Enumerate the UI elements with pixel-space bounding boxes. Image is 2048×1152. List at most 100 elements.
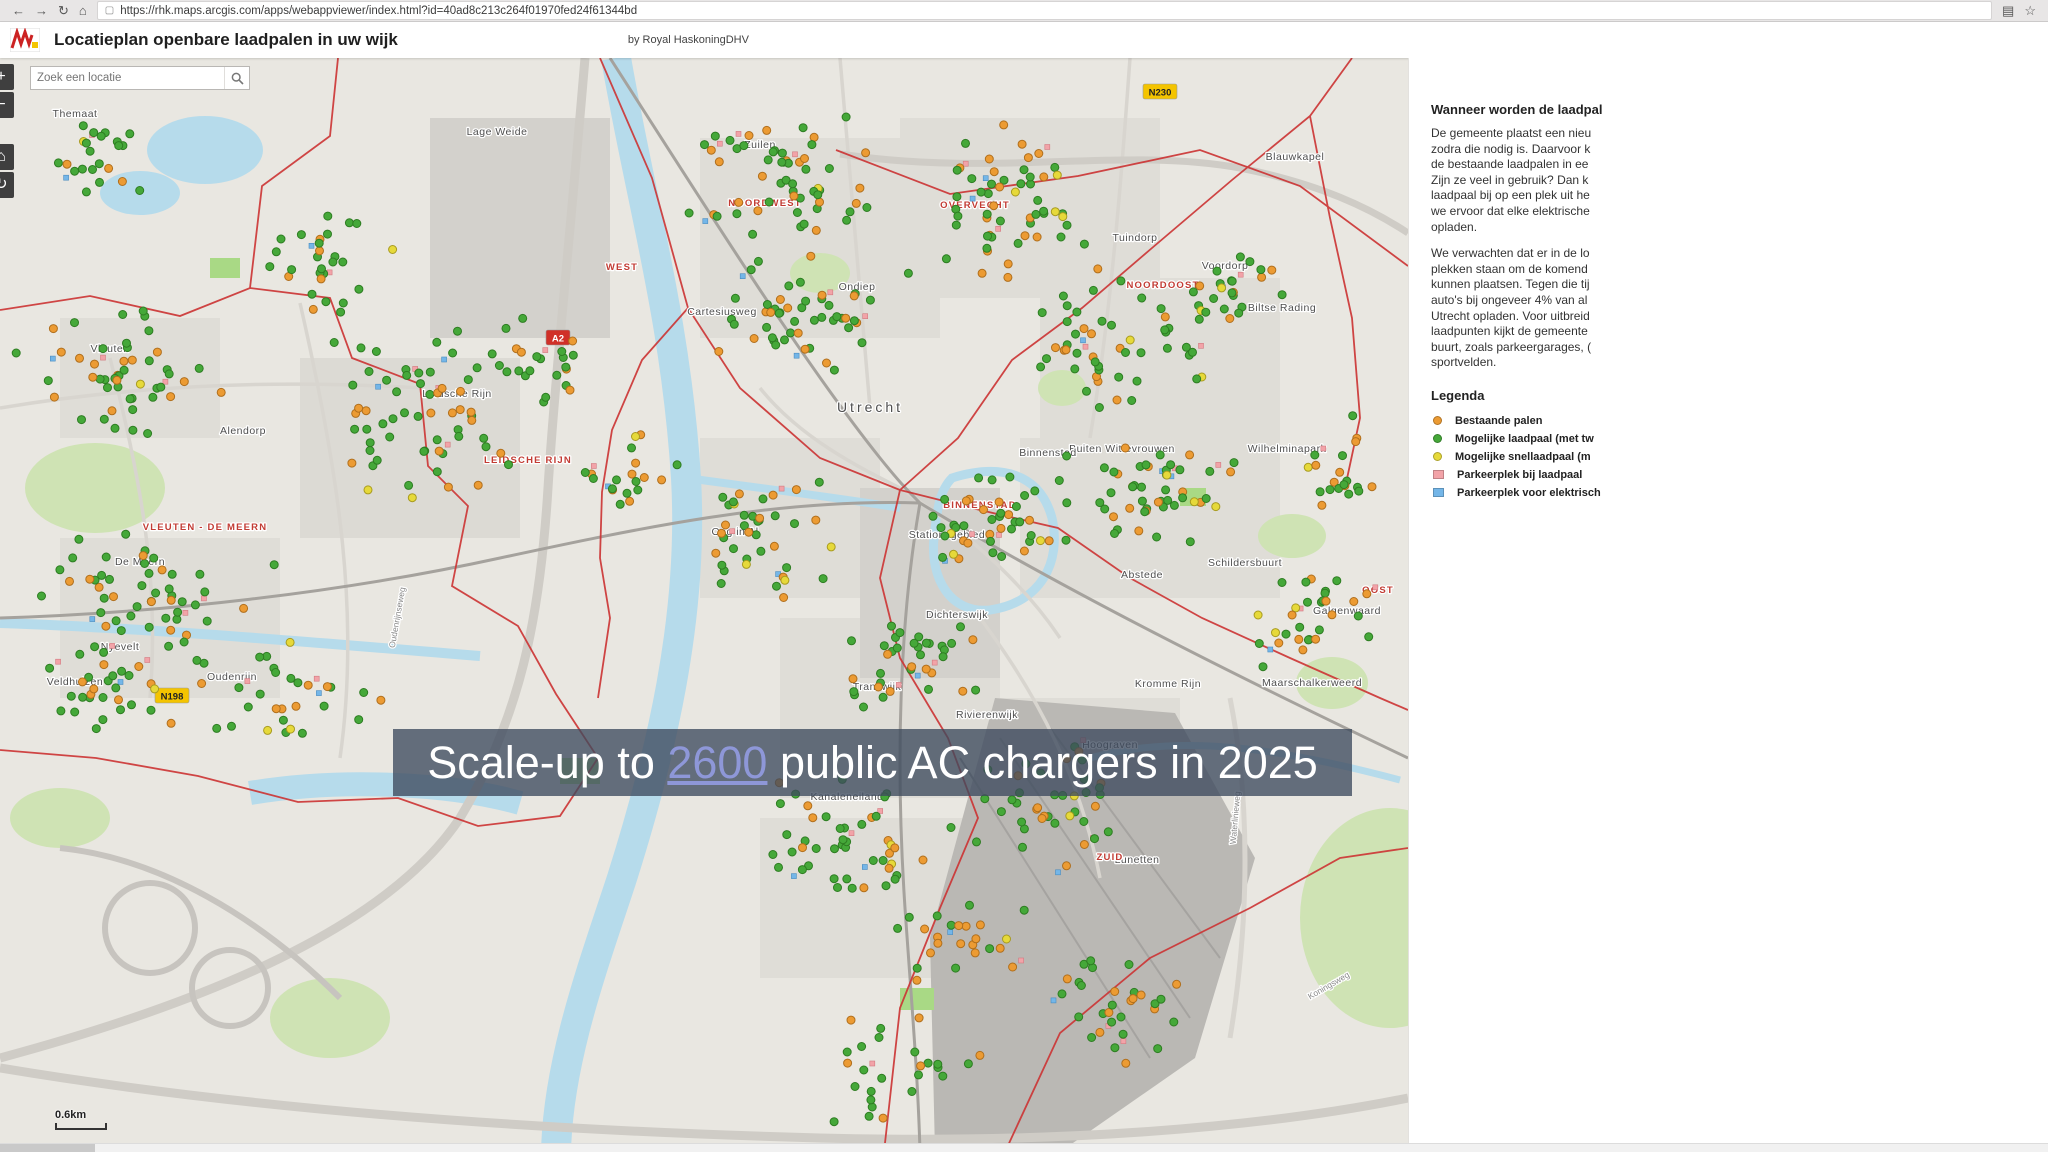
legend-item: Mogelijke laadpaal (met tw [1433, 430, 2048, 448]
charger-dot [1003, 272, 1013, 282]
charger-dot [1314, 625, 1324, 635]
charger-dot [45, 663, 55, 673]
charger-dot [70, 318, 79, 328]
charger-dot [1194, 314, 1204, 324]
charger-dot [1321, 596, 1331, 606]
charger-dot [748, 229, 758, 239]
charger-dot [866, 1095, 876, 1105]
charger-dot [920, 924, 930, 934]
browser-chrome: ← → ↻ ⌂ ▢ https://rhk.maps.arcgis.com/ap… [0, 0, 2048, 22]
charger-dot [1351, 437, 1361, 447]
charger-dot [116, 705, 125, 715]
parking-square-blue [1080, 337, 1086, 344]
charger-dot [323, 211, 333, 221]
zoom-out-button[interactable]: − [0, 92, 14, 118]
charger-dot [255, 689, 265, 699]
home-icon[interactable]: ⌂ [79, 0, 87, 22]
charger-dot [99, 414, 109, 424]
charger-dot [1317, 500, 1327, 510]
reading-view-icon[interactable]: ▤ [2002, 0, 2014, 22]
map-canvas[interactable]: A2 N230 N198 Oudenrijnseweg Waterlinieweg Ko… [0, 58, 1408, 1152]
charger-dot [1008, 962, 1018, 972]
charger-dot [466, 407, 476, 417]
charger-dot [983, 231, 992, 241]
charger-dot [350, 424, 360, 434]
charger-dot [883, 649, 893, 659]
charger-dot [907, 662, 917, 672]
parking-square-pink [313, 675, 320, 682]
charger-dot [940, 531, 950, 541]
charger-dot [1178, 493, 1188, 503]
charger-dot [362, 424, 372, 434]
legend-label: Parkeerplek voor elektrisch [1457, 486, 1601, 499]
home-extent-button[interactable]: ⌂ [0, 144, 14, 170]
charger-dot [782, 830, 792, 840]
scrollbar-thumb[interactable] [0, 1144, 95, 1152]
charger-dot [212, 723, 222, 733]
charger-dot [494, 361, 504, 370]
charger-dot [842, 874, 852, 884]
charger-dot [741, 559, 751, 569]
charger-dot [1257, 272, 1267, 282]
place-label: Abstede [1121, 569, 1163, 581]
charger-dot [916, 650, 925, 660]
charger-dot [1338, 451, 1347, 461]
charger-dot [1090, 801, 1100, 811]
charger-dot [923, 1058, 933, 1068]
charger-dot [865, 295, 875, 305]
forward-icon[interactable]: → [35, 0, 48, 22]
district-label: OVERVECHT [940, 200, 1010, 211]
charger-dot [809, 132, 819, 142]
parking-square-pink [109, 643, 115, 649]
charger-dot [977, 268, 987, 278]
charger-dot [1325, 485, 1335, 495]
charger-dot [786, 328, 795, 338]
caption-link[interactable]: 2600 [667, 737, 767, 789]
charger-dot [811, 515, 821, 525]
charger-dot [74, 534, 84, 544]
charger-dot [297, 728, 307, 738]
search-icon[interactable] [224, 67, 249, 89]
charger-dot [916, 1061, 926, 1071]
charger-dot [824, 300, 834, 310]
address-bar[interactable]: ▢ https://rhk.maps.arcgis.com/apps/webap… [96, 1, 1993, 20]
charger-dot [90, 642, 100, 652]
charger-dot [166, 718, 176, 728]
charger-dot [725, 135, 735, 145]
charger-dot [1156, 304, 1166, 314]
charger-dot [952, 192, 962, 202]
locate-button[interactable]: ↻ [0, 172, 14, 198]
charger-dot [1155, 450, 1165, 460]
charger-dot [1124, 960, 1134, 969]
charger-dot [116, 626, 126, 636]
charger-dot [784, 281, 794, 291]
refresh-icon[interactable]: ↻ [58, 0, 69, 22]
charger-dot [1044, 536, 1054, 546]
favorite-star-icon[interactable]: ☆ [2024, 0, 2036, 22]
charger-dot [949, 549, 958, 559]
zoom-in-button[interactable]: + [0, 64, 14, 90]
parking-square-pink [444, 441, 451, 448]
horizontal-scrollbar[interactable] [0, 1143, 2048, 1152]
charger-dot [437, 383, 447, 393]
charger-dot [140, 559, 150, 568]
back-icon[interactable]: ← [12, 0, 25, 22]
charger-dot [1023, 153, 1033, 163]
place-label: Lage Weide [467, 126, 528, 138]
charger-dot [269, 560, 279, 570]
charger-dot [847, 883, 857, 893]
charger-dot [1072, 307, 1082, 317]
charger-dot [88, 165, 97, 174]
parking-square-pink [590, 463, 597, 469]
search-input[interactable] [31, 72, 224, 84]
charger-dot [416, 379, 425, 389]
charger-dot [627, 469, 637, 479]
charger-dot [1332, 576, 1342, 586]
charger-dot [1166, 460, 1176, 470]
charger-dot [982, 243, 992, 253]
charger-dot [81, 138, 91, 148]
charger-dot [568, 350, 578, 360]
charger-dot [1134, 526, 1144, 536]
charger-dot [887, 621, 896, 631]
charger-dot [402, 370, 412, 380]
